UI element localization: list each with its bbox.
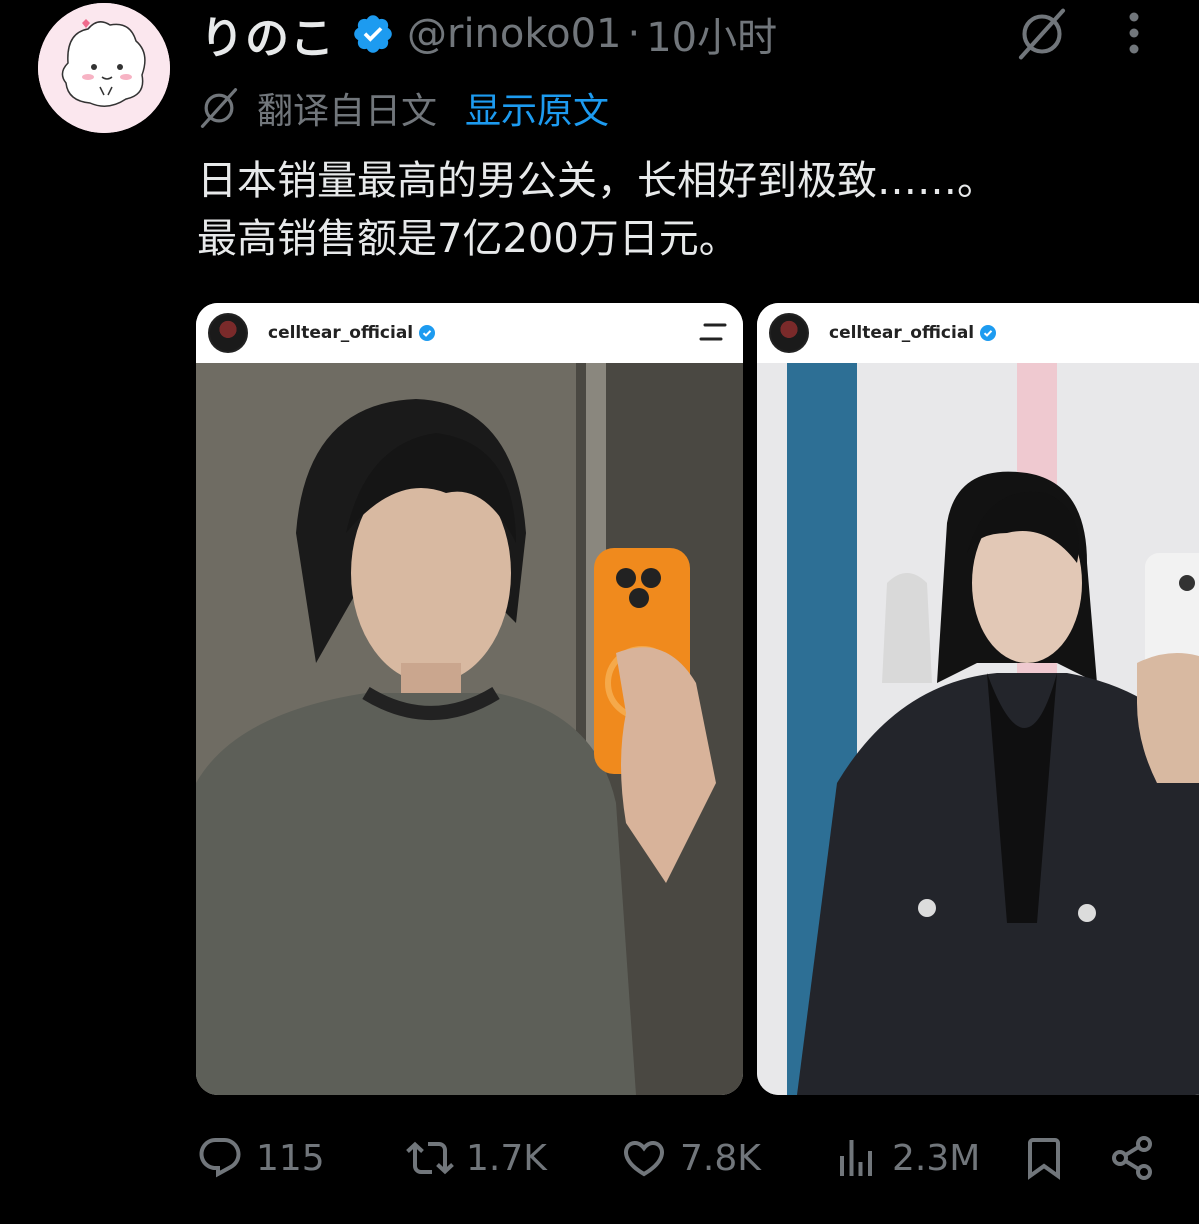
- bookmark-button[interactable]: [1020, 1128, 1068, 1188]
- ig-avatar: [769, 313, 809, 353]
- repost-icon: [406, 1141, 454, 1175]
- timestamp[interactable]: 10小时: [646, 5, 777, 63]
- avatar-cat-illustration: [38, 3, 170, 133]
- repost-button[interactable]: 1.7K: [406, 1128, 547, 1188]
- ig-post-header: celltear_official: [196, 303, 743, 363]
- grok-button[interactable]: [1010, 4, 1074, 64]
- like-icon: [623, 1141, 665, 1177]
- tweet-header: りのこ @rinoko01 · 10小时: [200, 4, 777, 64]
- reply-button[interactable]: 115: [196, 1128, 325, 1188]
- more-icon: [1129, 12, 1139, 54]
- tweet-text: 日本销量最高的男公关，长相好到极致……。 最高销售额是7亿200万日元。: [197, 152, 1187, 268]
- grok-icon: [1018, 8, 1066, 60]
- verified-badge-icon: [354, 15, 392, 53]
- like-button[interactable]: 7.8K: [620, 1128, 761, 1188]
- ig-account-name: celltear_official: [268, 323, 414, 343]
- share-icon: [1112, 1136, 1152, 1180]
- reply-count: 115: [256, 1137, 325, 1179]
- tweet-action-bar: 115 1.7K 7.8K 2.3M: [196, 1128, 1166, 1188]
- like-count: 7.8K: [680, 1137, 761, 1179]
- translated-from-label: 翻译自日文: [257, 91, 438, 132]
- user-handle[interactable]: @rinoko01: [407, 11, 622, 57]
- separator-dot: ·: [627, 11, 641, 57]
- ig-account-name: celltear_official: [829, 323, 975, 343]
- translation-notice: 翻译自日文 显示原文: [197, 80, 609, 136]
- ig-menu-icon: [699, 323, 727, 341]
- repost-count: 1.7K: [466, 1137, 547, 1179]
- media-image-2[interactable]: celltear_official: [757, 303, 1199, 1095]
- photo-mirror-selfie-1: [196, 363, 743, 1095]
- tweet-text-line: 最高销售额是7亿200万日元。: [197, 216, 739, 262]
- views-button[interactable]: 2.3M: [832, 1128, 980, 1188]
- ig-post-header: celltear_official: [757, 303, 1199, 363]
- translate-icon: [200, 88, 238, 128]
- show-original-link[interactable]: 显示原文: [465, 82, 609, 134]
- reply-icon: [199, 1138, 241, 1178]
- media-image-1[interactable]: celltear_official: [196, 303, 743, 1095]
- ig-verified-icon: [980, 325, 997, 341]
- ig-verified-icon: [419, 325, 436, 341]
- bookmark-icon: [1028, 1138, 1060, 1180]
- display-name[interactable]: りのこ: [200, 2, 335, 66]
- avatar[interactable]: [38, 3, 170, 133]
- ig-avatar: [208, 313, 248, 353]
- tweet-text-line: 日本销量最高的男公关，长相好到极致……。: [197, 158, 997, 204]
- more-options-button[interactable]: [1112, 8, 1156, 58]
- views-count: 2.3M: [892, 1137, 981, 1179]
- photo-mirror-selfie-2: [757, 363, 1199, 1095]
- views-icon: [840, 1140, 872, 1176]
- share-button[interactable]: [1108, 1128, 1156, 1188]
